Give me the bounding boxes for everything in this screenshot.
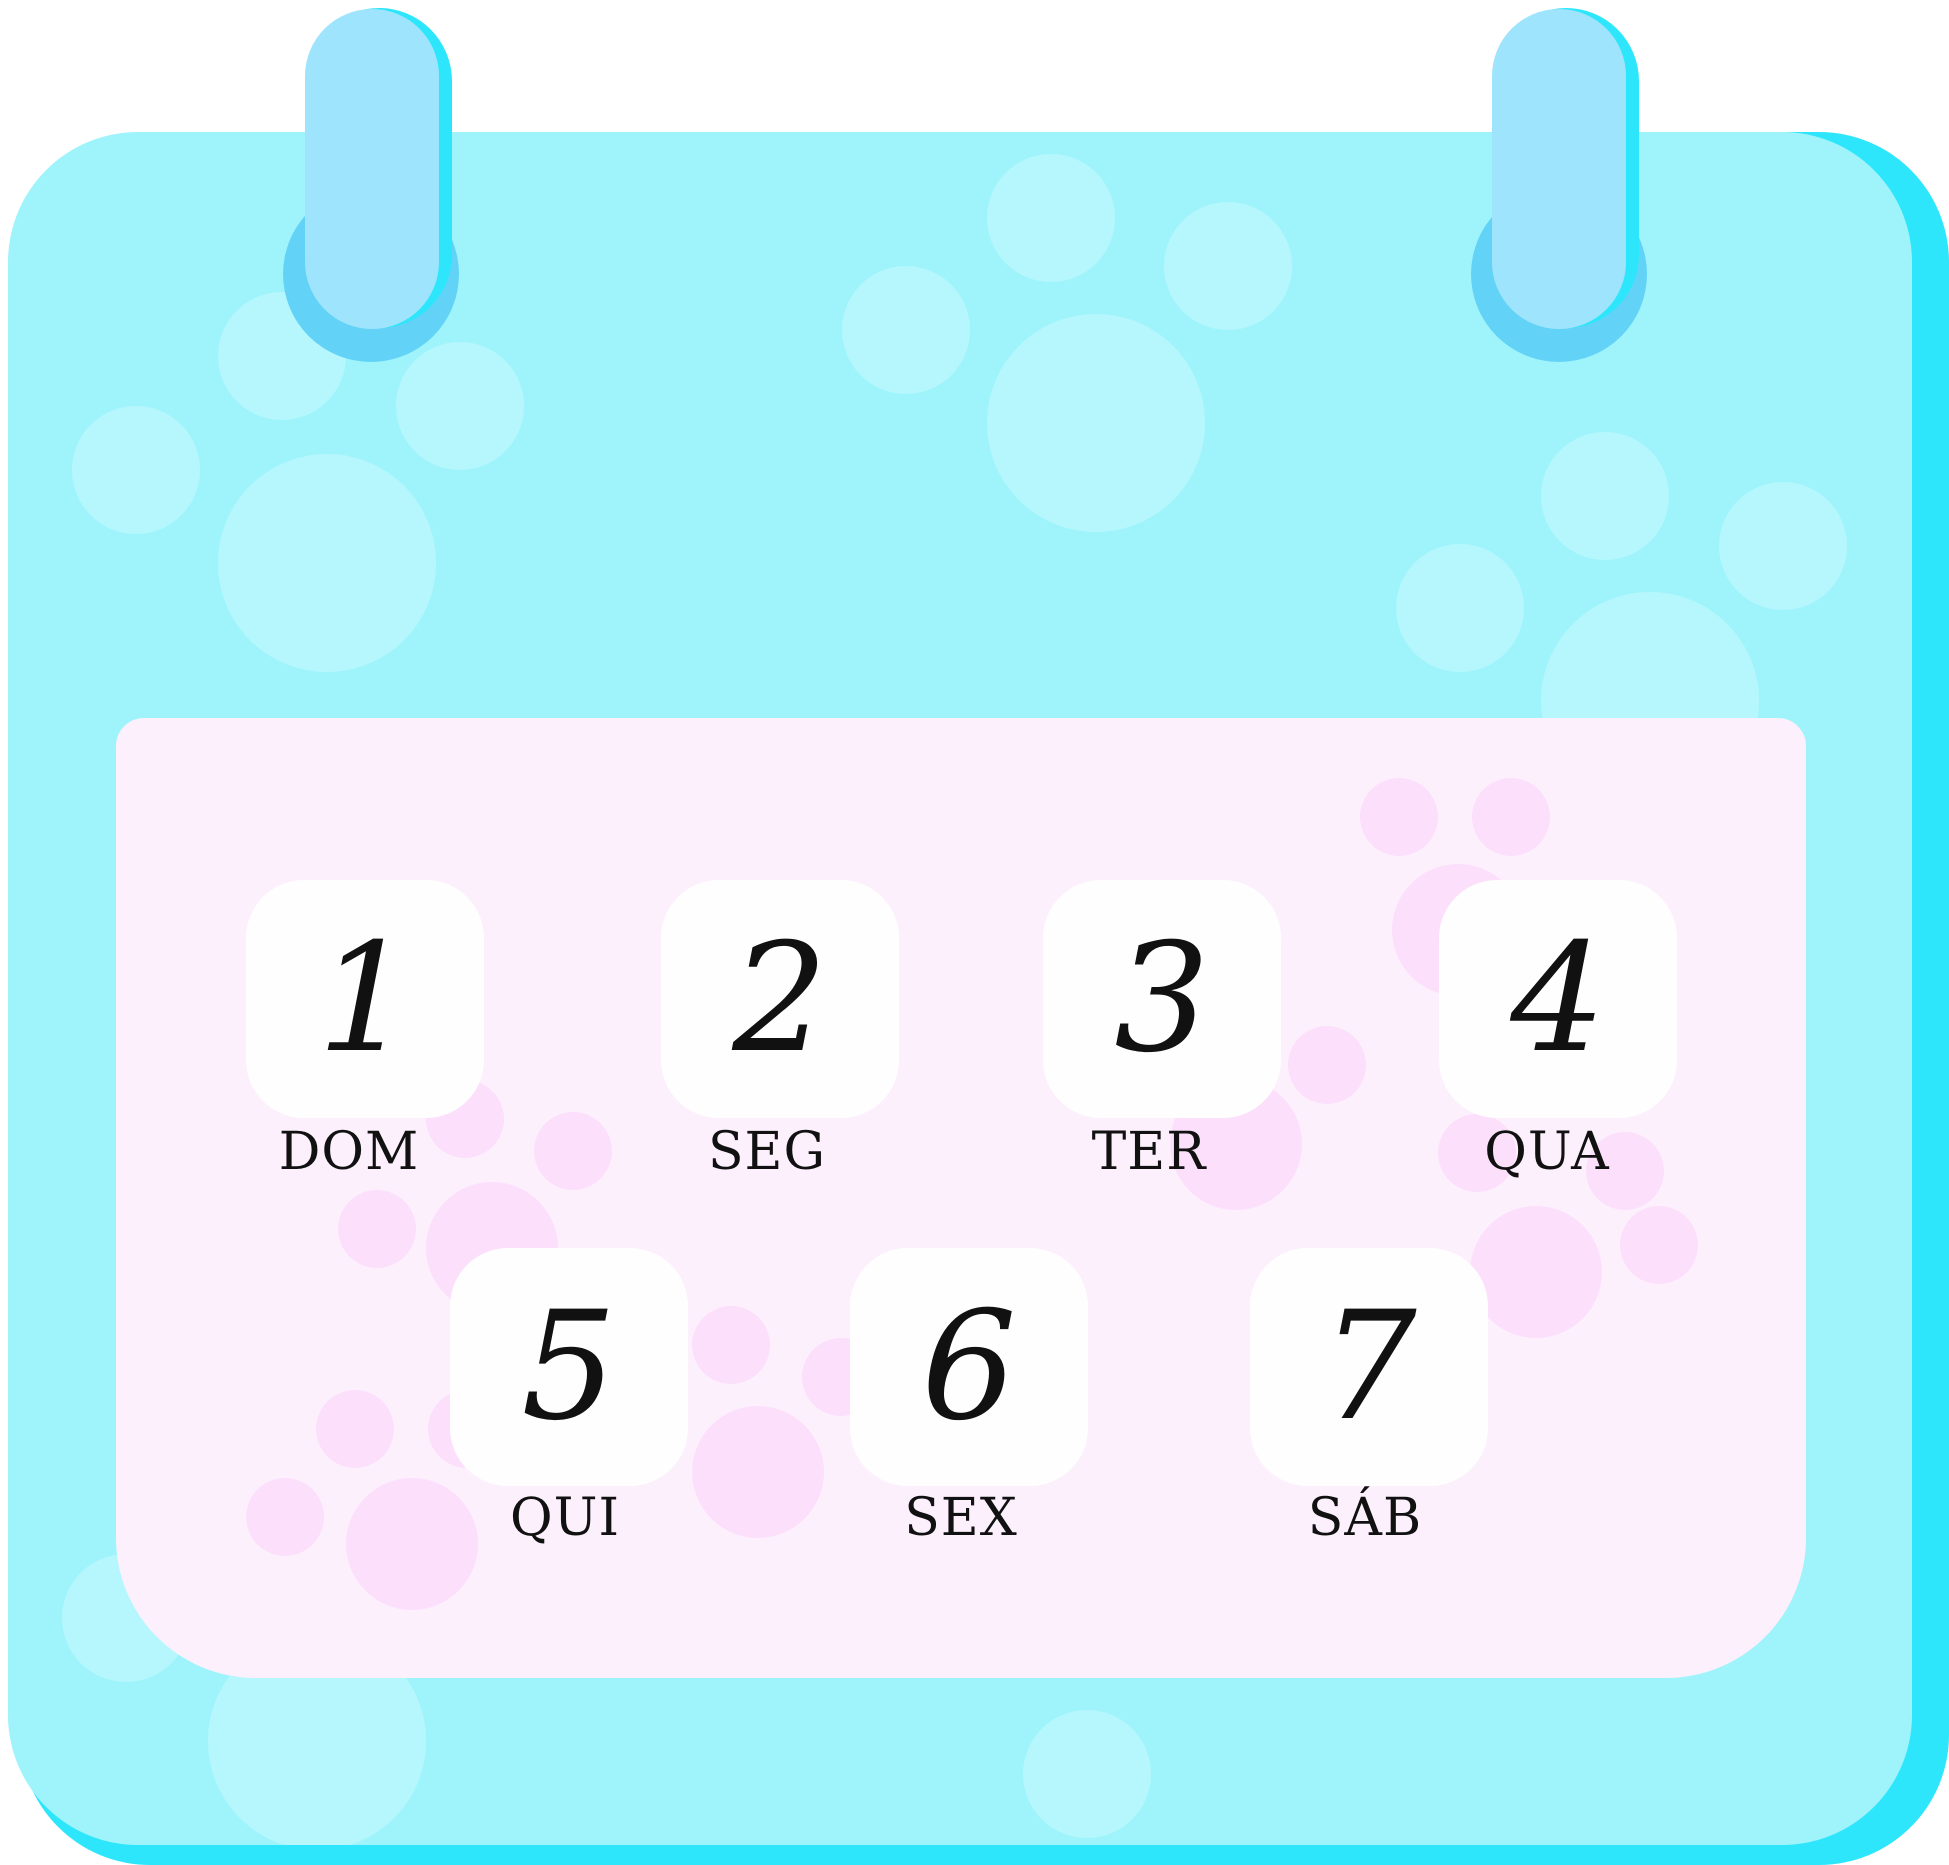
- day-number: 7: [1321, 1280, 1417, 1454]
- paw-dot: [1288, 1026, 1366, 1104]
- bubble: [987, 154, 1115, 282]
- binder-clip-left: [305, 9, 439, 329]
- paw-dot: [1472, 778, 1550, 856]
- day-card-3[interactable]: 3: [1043, 880, 1281, 1118]
- day-number: 5: [521, 1280, 617, 1454]
- bubble: [1396, 544, 1524, 672]
- day-number: 2: [732, 912, 828, 1086]
- day-label: QUA: [1484, 1122, 1610, 1182]
- bubble: [396, 342, 524, 470]
- day-label: SEX: [904, 1488, 1018, 1548]
- paw-dot: [692, 1406, 824, 1538]
- day-card-5[interactable]: 5: [450, 1248, 688, 1486]
- bubble: [1164, 202, 1292, 330]
- day-number: 3: [1114, 912, 1210, 1086]
- day-label: TER: [1091, 1122, 1207, 1182]
- bubble: [842, 266, 970, 394]
- day-number: 1: [317, 912, 413, 1086]
- day-label: SÁB: [1307, 1488, 1423, 1548]
- day-card-2[interactable]: 2: [661, 880, 899, 1118]
- day-number: 6: [921, 1280, 1017, 1454]
- bubble: [1023, 1710, 1151, 1838]
- bubble: [218, 454, 436, 672]
- bubble: [72, 406, 200, 534]
- day-label: SEG: [707, 1122, 827, 1182]
- paw-dot: [1470, 1206, 1602, 1338]
- day-label: DOM: [278, 1122, 420, 1182]
- bubble: [1541, 432, 1669, 560]
- day-card-4[interactable]: 4: [1439, 880, 1677, 1118]
- paw-dot: [692, 1306, 770, 1384]
- day-label: QUI: [510, 1488, 620, 1548]
- day-number: 4: [1510, 912, 1606, 1086]
- paw-dot: [534, 1112, 612, 1190]
- paw-dot: [1620, 1206, 1698, 1284]
- paw-dot: [338, 1190, 416, 1268]
- bubble: [987, 314, 1205, 532]
- days-panel: 1 DOM 2 SEG 3 TER 4 QUA 5 QUI 6 SEX 7 SÁ…: [116, 718, 1806, 1678]
- bubble: [1719, 482, 1847, 610]
- day-card-1[interactable]: 1: [246, 880, 484, 1118]
- day-card-6[interactable]: 6: [850, 1248, 1088, 1486]
- paw-dot: [316, 1390, 394, 1468]
- paw-dot: [246, 1478, 324, 1556]
- binder-clip-right: [1492, 9, 1626, 329]
- paw-dot: [1360, 778, 1438, 856]
- day-card-7[interactable]: 7: [1250, 1248, 1488, 1486]
